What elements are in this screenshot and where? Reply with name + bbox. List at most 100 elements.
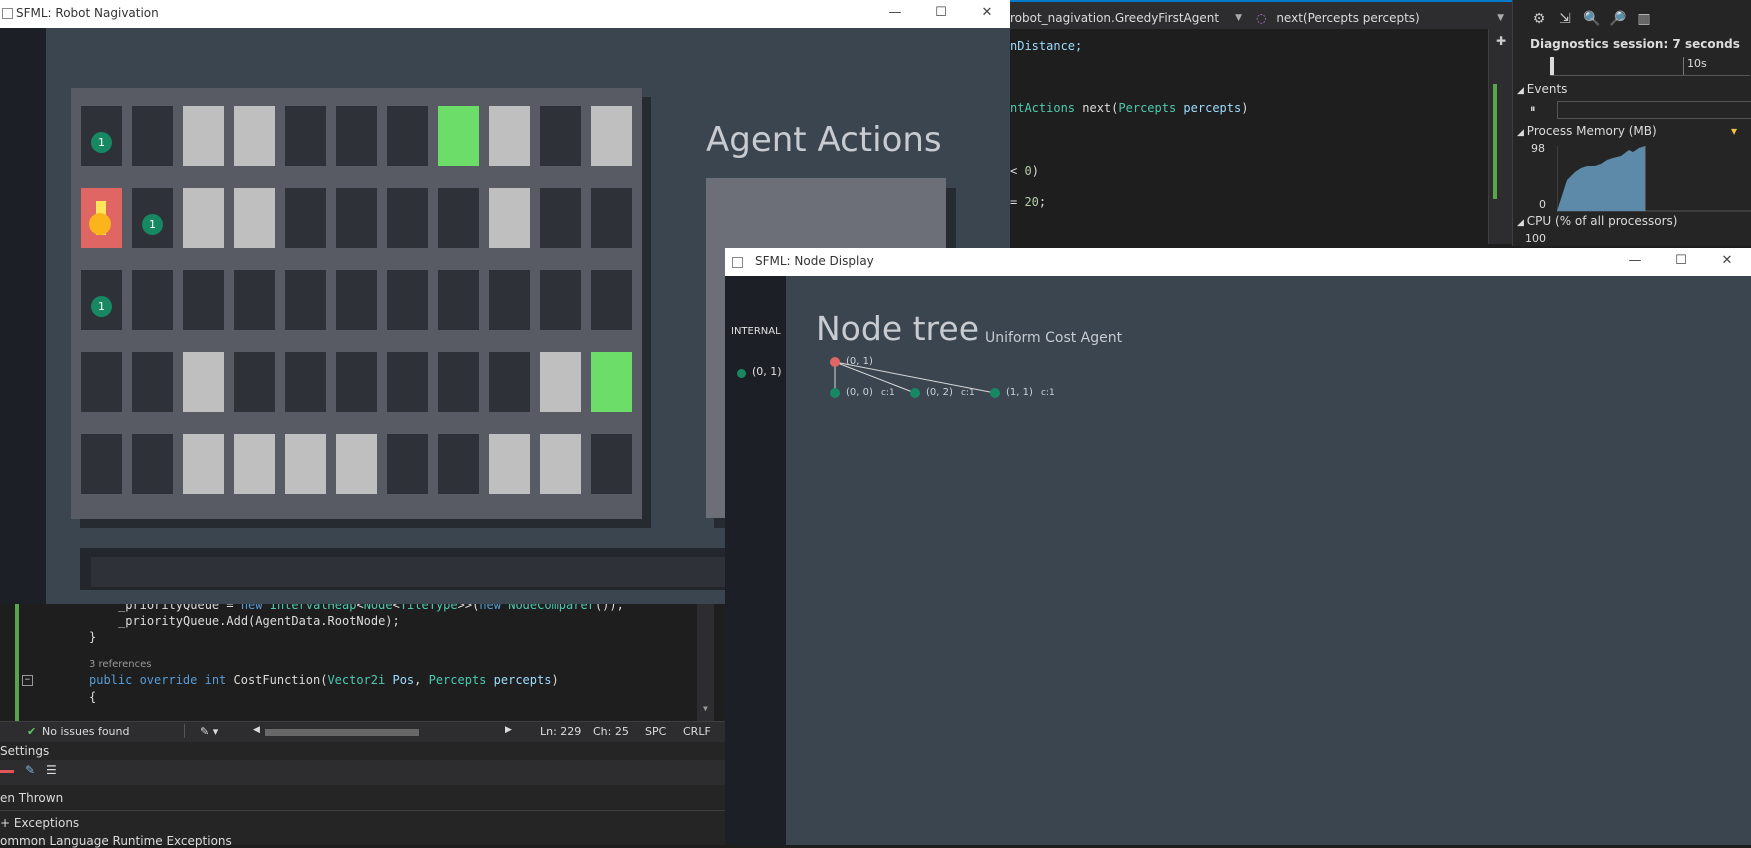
timeline-ruler[interactable]: 10s: [1513, 55, 1751, 77]
split-icon[interactable]: ✚: [1496, 34, 1506, 48]
visit-count-badge: 1: [91, 296, 112, 317]
tree-child-node[interactable]: [910, 388, 920, 398]
grid-cell-empty: [438, 188, 479, 248]
robot-window-titlebar[interactable]: SFML: Robot Nagivation — ☐ ✕: [0, 0, 1010, 28]
timeline-axis: [1550, 75, 1750, 76]
grid-cell-wall: [540, 352, 581, 412]
edit-icon[interactable]: ✎: [25, 763, 35, 777]
timeline-handle[interactable]: [1550, 57, 1554, 75]
memory-chart: 98 0: [1513, 142, 1751, 212]
vertical-scrollbar[interactable]: ✚: [1488, 29, 1513, 244]
grid-cell-wall: [183, 434, 224, 494]
gear-icon[interactable]: ⚙: [1530, 10, 1548, 28]
grid-cell-wall: [489, 434, 530, 494]
grid-cell-empty: [540, 188, 581, 248]
memory-header[interactable]: ◢ Process Memory (MB) ▾: [1513, 124, 1751, 138]
grid-cell-empty: [132, 106, 173, 166]
scroll-left-icon[interactable]: ◀: [253, 725, 260, 735]
codelens-references[interactable]: 3 references: [89, 659, 152, 670]
maximize-icon[interactable]: ☐: [921, 0, 961, 26]
code-editor-right[interactable]: nDistance; ntActions next(Percepts perce…: [1010, 29, 1488, 244]
visit-count-badge: 1: [91, 132, 112, 153]
grid-cell-empty: [285, 270, 326, 330]
whitespace-indicator[interactable]: SPC: [645, 725, 666, 738]
grid-cell-empty: [387, 106, 428, 166]
tree-child-cost: c:1: [881, 388, 895, 398]
column-indicator[interactable]: Ch: 25: [593, 725, 629, 738]
list-icon[interactable]: ☰: [46, 763, 57, 777]
tree-child-node[interactable]: [830, 388, 840, 398]
snapshot-marker-icon: ▾: [1731, 124, 1738, 138]
code-line: {: [89, 690, 97, 704]
line-indicator[interactable]: Ln: 229: [540, 725, 581, 738]
diagnostic-tools-panel: ⚙ ⇲ 🔍 🔎 ▥ Diagnostics session: 7 seconds…: [1512, 0, 1751, 246]
app-icon: [2, 8, 13, 19]
brush-icon[interactable]: ✎ ▾: [200, 725, 218, 738]
remove-icon[interactable]: [0, 770, 14, 773]
minimize-icon[interactable]: —: [875, 0, 915, 26]
grid-cell-empty: [81, 434, 122, 494]
grid-cell-empty: [540, 106, 581, 166]
exception-group[interactable]: + Exceptions: [0, 816, 79, 830]
grid-cell-empty: [234, 270, 275, 330]
exception-group[interactable]: ommon Language Runtime Exceptions: [0, 834, 232, 848]
zoom-out-icon[interactable]: 🔎: [1609, 10, 1627, 28]
grid-cell-empty: [336, 270, 377, 330]
tree-child-label: (1, 1): [1006, 387, 1033, 398]
chart-icon[interactable]: ▥: [1635, 10, 1653, 28]
grid-cell-empty: [438, 270, 479, 330]
code-line: _priorityQueue.Add(AgentData.RootNode);: [118, 614, 400, 628]
memory-label: Process Memory (MB): [1526, 124, 1657, 138]
grid-cell-empty: [591, 434, 632, 494]
grid-cell-empty: [387, 270, 428, 330]
change-marker: [15, 604, 19, 722]
panel-title: Settings: [0, 744, 50, 758]
grid-cell-empty: [387, 352, 428, 412]
class-dropdown-value: robot_nagivation.GreedyFirstAgent: [1010, 11, 1220, 25]
grid-cell-empty: [489, 352, 530, 412]
column-header: en Thrown: [0, 791, 64, 805]
robot-left-strip: [0, 28, 46, 604]
grid-cell-wall: [285, 434, 326, 494]
actions-title: Agent Actions: [706, 120, 942, 160]
status-divider: [184, 724, 185, 738]
tree-child-cost: c:1: [961, 388, 975, 398]
code-editor-bottom[interactable]: _priorityQueue = new IntervalHeap<Node<T…: [0, 598, 725, 722]
method-dropdown[interactable]: ◌ next(Percepts percepts) ▼: [1252, 9, 1508, 27]
zoom-in-icon[interactable]: 🔍: [1583, 10, 1601, 28]
vs-navigation-bar: robot_nagivation.GreedyFirstAgent ▼ ◌ ne…: [1010, 0, 1512, 30]
grid-cell-empty: [489, 270, 530, 330]
exception-settings-panel: Settings ✎ ☰ en Thrown + Exceptions ommo…: [0, 742, 725, 848]
export-icon[interactable]: ⇲: [1556, 10, 1574, 28]
method-icon: ◌: [1256, 11, 1267, 25]
scroll-right-icon[interactable]: ▶: [505, 725, 512, 735]
session-label: Diagnostics session: 7 seconds: [1530, 37, 1740, 51]
tree-root-node[interactable]: [830, 357, 840, 367]
cpu-header[interactable]: ◢ CPU (% of all processors): [1513, 214, 1751, 228]
grid-cell-empty: [234, 352, 275, 412]
memory-graph: [1557, 146, 1751, 212]
collapse-box-icon[interactable]: −: [22, 675, 33, 686]
horizontal-scrollbar-thumb[interactable]: [265, 729, 419, 736]
line-ending-indicator[interactable]: CRLF: [683, 725, 711, 738]
tree-edges: [834, 361, 996, 394]
change-marker: [1493, 84, 1497, 199]
grid-cell-wall: [183, 352, 224, 412]
close-icon[interactable]: ✕: [967, 0, 1007, 26]
grid-cell-empty: [438, 434, 479, 494]
grid-cell-wall: [234, 188, 275, 248]
vertical-scrollbar[interactable]: ▼: [697, 604, 714, 722]
code-line: < 0): [1010, 164, 1039, 178]
node-display-window: SFML: Node Display — ☐ ✕ INTERNAL (0, 1)…: [725, 248, 1751, 845]
pause-icon[interactable]: ⏸: [1530, 102, 1536, 116]
tree-child-node[interactable]: [990, 388, 1000, 398]
issues-status[interactable]: No issues found: [42, 725, 129, 738]
grid-cell-empty: [183, 270, 224, 330]
class-dropdown[interactable]: robot_nagivation.GreedyFirstAgent ▼: [1010, 9, 1246, 27]
events-header[interactable]: ◢ Events: [1513, 82, 1751, 96]
cpu-max-label: 100: [1525, 232, 1546, 245]
grid-cell-wall: [336, 434, 377, 494]
scroll-down-icon[interactable]: ▼: [703, 704, 708, 713]
panel-toolbar: ✎ ☰: [0, 760, 725, 785]
memory-min-label: 0: [1539, 198, 1546, 211]
